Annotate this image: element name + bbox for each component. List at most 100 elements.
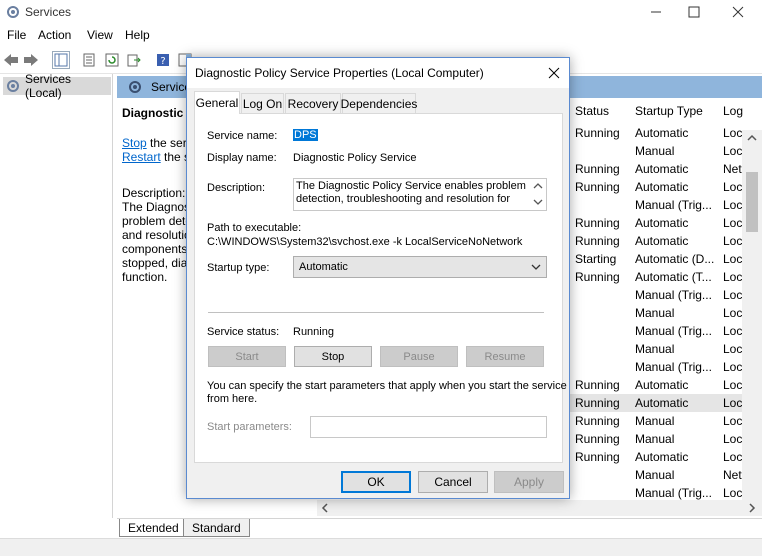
properties-toolbar-button[interactable] [80,51,98,69]
startup-type-select[interactable]: Automatic [293,256,547,278]
cell-startup-type: Automatic [635,234,689,248]
cell-status: Running [575,216,620,230]
menu-action[interactable]: Action [38,28,71,42]
cell-status: Running [575,270,620,284]
dialog-close-button[interactable] [543,62,565,84]
minimize-button[interactable] [636,0,676,24]
cell-status: Running [575,414,620,428]
cell-startup-type: Manual (Trig... [635,198,712,212]
startup-type-value: Automatic [299,261,348,273]
tab-dependencies[interactable]: Dependencies [341,93,417,113]
back-button[interactable] [2,51,20,69]
dialog-titlebar: Diagnostic Policy Service Properties (Lo… [187,58,569,88]
export-list-button[interactable] [125,51,143,69]
cell-startup-type: Manual [635,144,675,158]
menu-file[interactable]: File [7,28,26,42]
separator [208,312,544,313]
path-label: Path to executable: [207,222,302,234]
pause-button[interactable]: Pause [380,346,458,367]
cell-log-on: Net [723,162,742,176]
refresh-icon [105,53,119,67]
cell-startup-type: Automatic [635,162,689,176]
help-icon: ? [157,54,169,67]
display-name-label: Display name: [207,152,277,164]
help-button[interactable]: ? [154,51,172,69]
tree-node-label: Services (Local) [25,72,72,100]
back-arrow-icon [4,54,18,66]
description-label: Description: [122,186,186,200]
properties-icon [83,53,95,67]
start-parameters-label: Start parameters: [207,421,292,433]
description-textbox[interactable]: The Diagnostic Policy Service enables pr… [293,178,547,211]
tab-recovery[interactable]: Recovery [285,93,341,113]
close-icon [548,67,560,79]
cell-log-on: Loc [723,414,743,428]
menu-help[interactable]: Help [125,28,150,42]
tree-node-services-local[interactable]: Services (Local) [3,72,111,100]
restart-service-link[interactable]: Restart [122,150,161,164]
stop-service-link[interactable]: Stop [122,136,147,150]
service-description-panel: Diagnostic P Stop the serv Restart the s… [122,106,197,284]
cell-log-on: Loc [723,198,743,212]
cell-log-on: Loc [723,216,743,230]
refresh-button[interactable] [103,51,121,69]
tab-log-on[interactable]: Log On [241,93,284,113]
forward-arrow-icon [24,54,38,66]
cell-startup-type: Automatic [635,126,689,140]
ok-button[interactable]: OK [341,471,411,493]
cell-status: Running [575,162,620,176]
view-tabs: Extended Standard [117,518,762,538]
tab-extended[interactable]: Extended [119,519,188,537]
window-titlebar: Services [0,0,762,24]
description-line: components [122,242,188,256]
cell-status: Running [575,180,620,194]
console-tree-icon [54,53,68,67]
cell-startup-type: Manual (Trig... [635,360,712,374]
cell-log-on: Loc [723,144,743,158]
description-line: problem dete [122,214,193,228]
export-icon [127,54,141,67]
vertical-scrollbar[interactable] [742,130,762,500]
cell-startup-type: Automatic [635,216,689,230]
scroll-down-icon [533,199,543,205]
apply-button[interactable]: Apply [494,471,564,493]
vertical-scroll-thumb[interactable] [746,172,758,232]
show-hide-tree-button[interactable] [52,51,70,69]
cancel-button[interactable]: Cancel [418,471,488,493]
maximize-button[interactable] [674,0,714,24]
description-label: Description: [207,182,266,194]
cell-log-on: Loc [723,378,743,392]
forward-button[interactable] [22,51,40,69]
description-line: and resolutio [122,228,191,242]
service-name-value[interactable]: DPS [293,129,318,141]
services-gear-icon [7,80,19,92]
selected-service-name: Diagnostic P [122,106,192,120]
start-button[interactable]: Start [208,346,286,367]
cell-startup-type: Manual [635,342,675,356]
description-scrollbar[interactable] [530,179,546,210]
column-header-startup-type[interactable]: Startup Type [635,104,703,118]
service-status-value: Running [293,326,334,338]
cell-status: Running [575,432,620,446]
column-header-log-on[interactable]: Log [723,104,743,118]
start-parameters-input[interactable] [310,416,547,438]
console-tree: Services (Local) [0,72,113,518]
window-title: Services [25,5,72,19]
status-bar [0,538,762,556]
info-line: from here. [207,393,258,405]
tab-standard[interactable]: Standard [183,519,250,537]
scroll-right-icon [749,503,756,513]
resume-button[interactable]: Resume [466,346,544,367]
horizontal-scrollbar[interactable] [317,500,762,516]
stop-button[interactable]: Stop [294,346,372,367]
menu-view[interactable]: View [87,28,113,42]
cell-startup-type: Automatic [635,180,689,194]
minimize-icon [651,11,661,13]
cell-log-on: Loc [723,324,743,338]
tab-general[interactable]: General [194,91,240,114]
close-button[interactable] [718,0,758,24]
column-header-status[interactable]: Status [575,104,609,118]
cell-startup-type: Automatic (D... [635,252,715,266]
cell-status: Running [575,378,620,392]
cell-startup-type: Automatic [635,450,689,464]
